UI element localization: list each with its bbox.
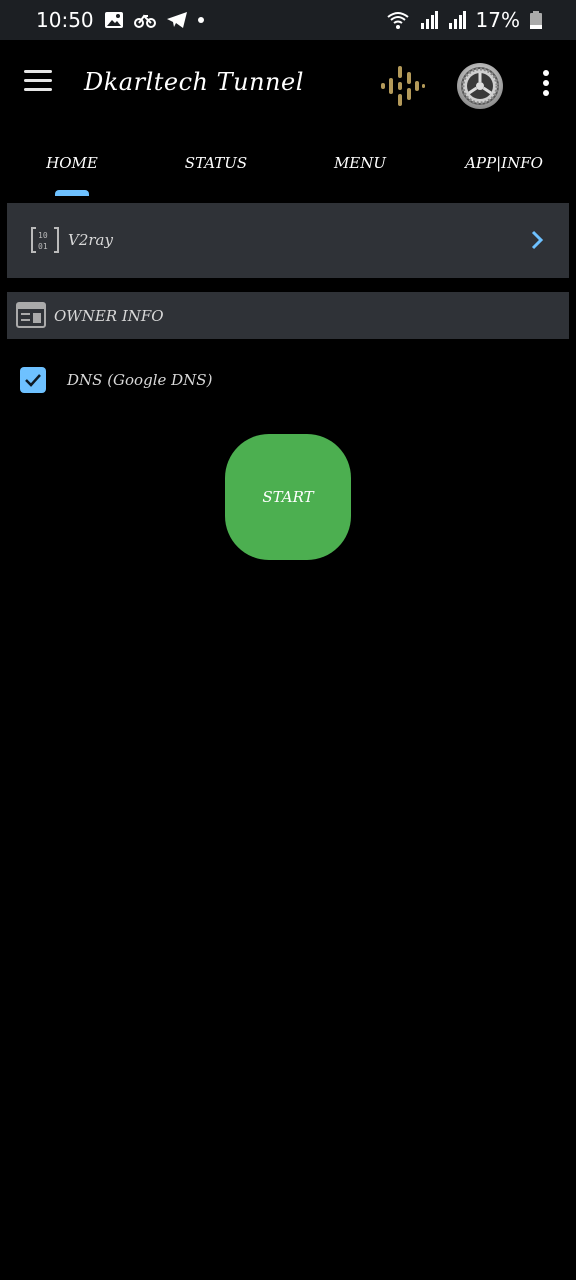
status-bar-left: 10:50 <box>36 8 204 32</box>
start-button[interactable]: START <box>225 434 351 560</box>
podcast-icon[interactable] <box>378 64 426 108</box>
tab-menu[interactable]: MENU <box>288 128 432 198</box>
signal-icon <box>448 11 466 29</box>
app-toolbar: Dkarltech Tunnel <box>0 40 576 128</box>
binary-icon: 10 01 <box>31 227 59 253</box>
svg-text:01: 01 <box>38 242 48 251</box>
dns-checkbox[interactable] <box>20 367 46 393</box>
notification-dot-icon <box>197 17 204 23</box>
owner-info-card[interactable]: OWNER INFO <box>7 292 569 339</box>
tab-bar: HOME STATUS MENU APP|INFO <box>0 128 576 198</box>
status-bar: 10:50 17% <box>0 0 576 40</box>
signal-icon <box>420 11 438 29</box>
status-time: 10:50 <box>36 8 94 32</box>
settings-gear-icon[interactable] <box>456 62 504 110</box>
battery-icon <box>530 11 542 29</box>
app-title: Dkarltech Tunnel <box>84 68 304 96</box>
table-icon <box>16 302 46 328</box>
server-label: V2ray <box>68 231 113 249</box>
chevron-right-icon <box>529 229 545 251</box>
image-icon <box>104 11 124 29</box>
owner-info-label: OWNER INFO <box>54 307 164 325</box>
status-bar-right: 17% <box>386 8 542 32</box>
start-button-label: START <box>262 488 314 506</box>
tab-app-info[interactable]: APP|INFO <box>432 128 576 198</box>
dns-option-row: DNS (Google DNS) <box>20 366 212 394</box>
tab-selected-indicator <box>55 190 89 196</box>
hamburger-menu-icon[interactable] <box>24 70 54 94</box>
wifi-icon <box>386 11 410 29</box>
telegram-icon <box>166 11 188 29</box>
svg-text:10: 10 <box>38 231 48 240</box>
bike-icon <box>133 11 156 29</box>
more-vert-icon[interactable] <box>536 70 556 100</box>
dns-label: DNS (Google DNS) <box>67 371 213 389</box>
server-selector-card[interactable]: 10 01 V2ray <box>7 203 569 278</box>
checkmark-icon <box>25 374 41 387</box>
tab-home[interactable]: HOME <box>0 128 144 198</box>
tab-status[interactable]: STATUS <box>144 128 288 198</box>
battery-percent: 17% <box>475 8 520 32</box>
